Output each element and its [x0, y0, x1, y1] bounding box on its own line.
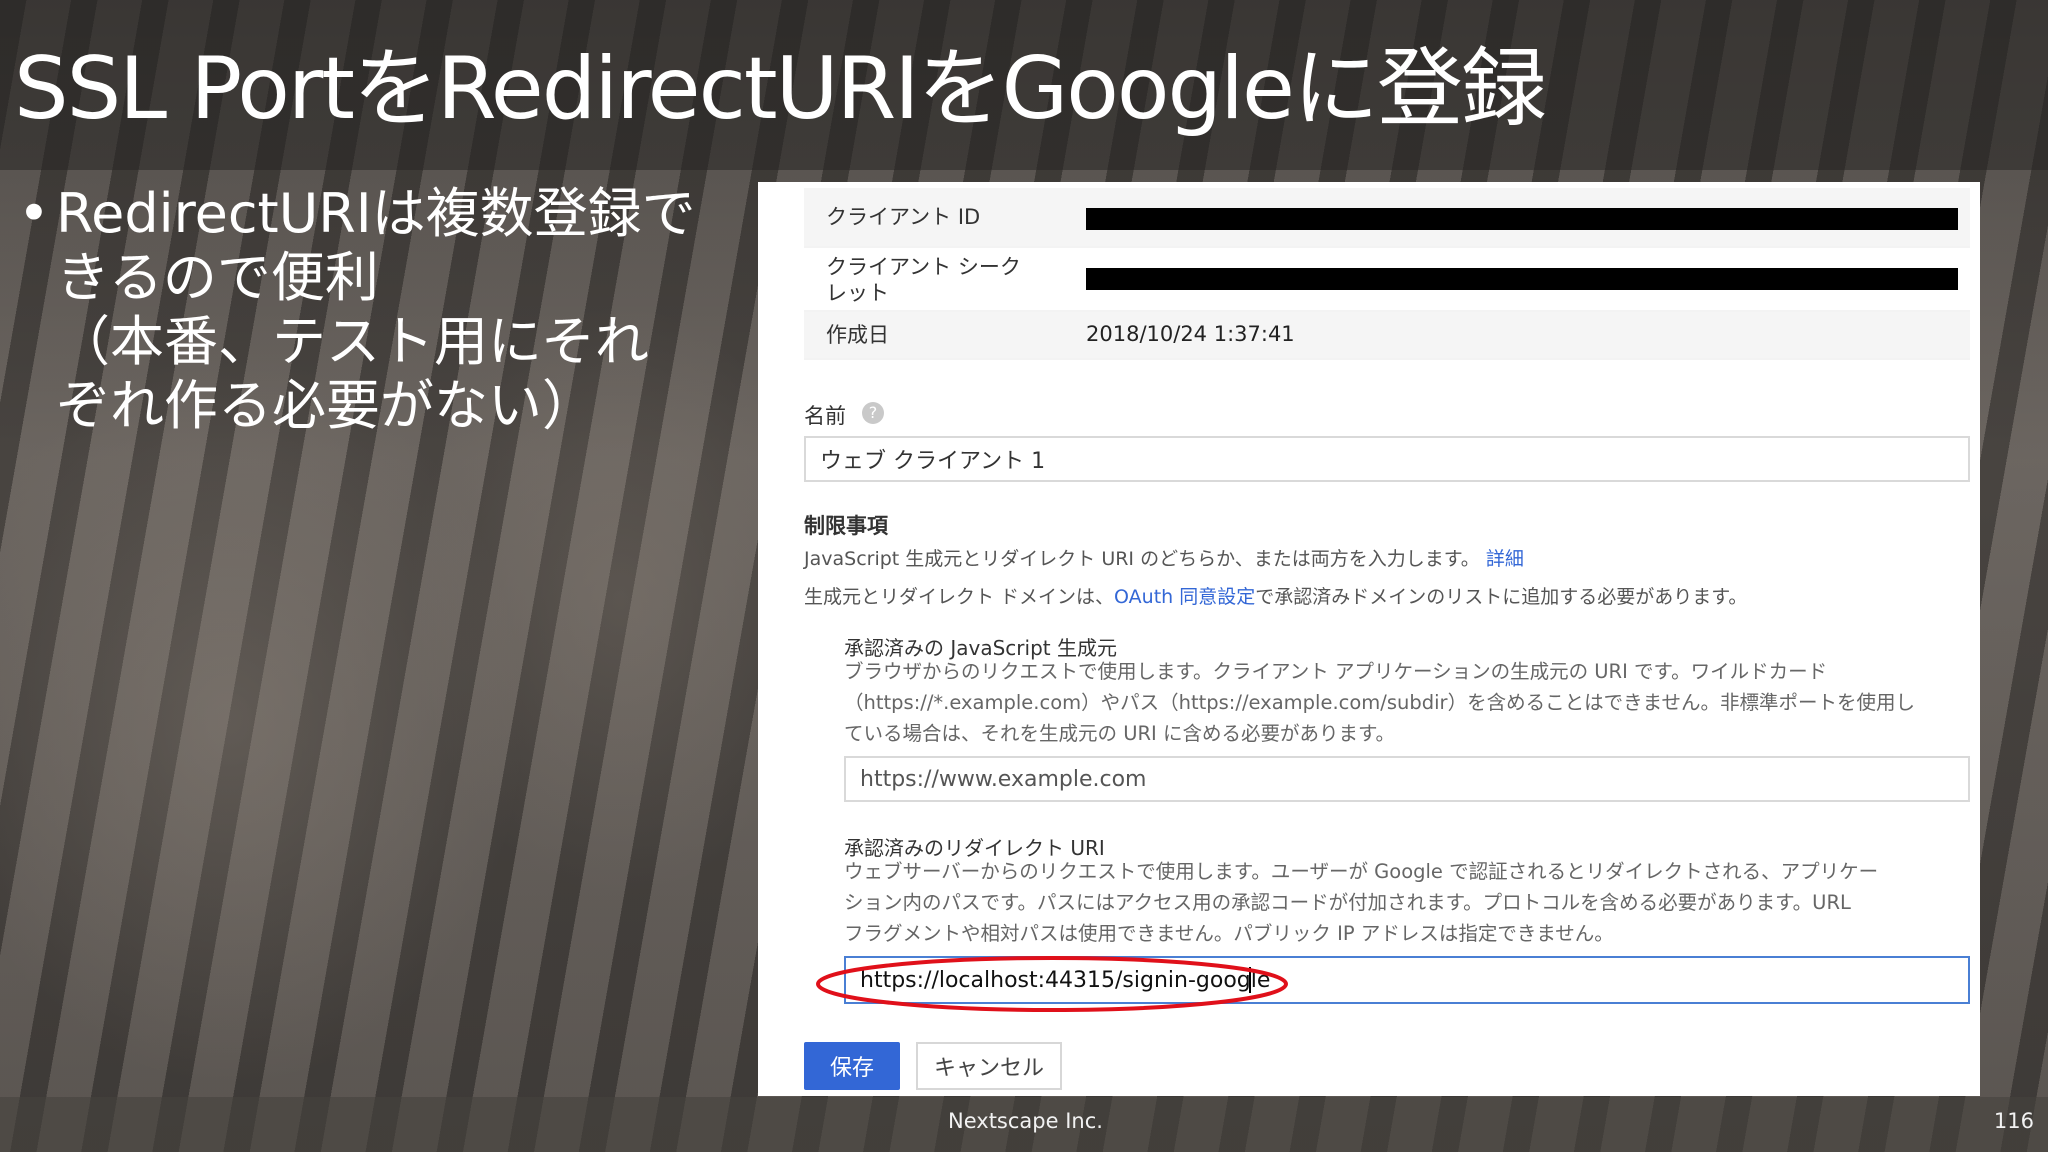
bullet-line: ぞれ作る必要がない） — [56, 374, 596, 437]
details-link[interactable]: 詳細 — [1486, 548, 1524, 570]
restrictions-desc-1: JavaScript 生成元とリダイレクト URI のどちらか、または両方を入力… — [804, 548, 1524, 570]
client-id-label: クライアント ID — [826, 205, 981, 229]
name-label: 名前 — [804, 404, 846, 428]
restrictions-desc-2: 生成元とリダイレクト ドメインは、OAuth 同意設定で承認済みドメインのリスト… — [804, 586, 1748, 608]
bullet-text: RedirectURIは複数登録で きるので便利 （本番、テスト用にそれ ぞれ作… — [56, 182, 738, 438]
client-id-redacted — [1086, 208, 1958, 230]
name-input[interactable]: ウェブ クライアント 1 — [804, 436, 1970, 482]
bullet-line: （本番、テスト用にそれ — [56, 310, 649, 373]
created-label: 作成日 — [826, 323, 889, 347]
slide-footer: Nextscape Inc. 116 — [0, 1097, 2048, 1152]
created-row: 作成日 2018/10/24 1:37:41 — [804, 312, 1970, 360]
bullet-point: • RedirectURIは複数登録で きるので便利 （本番、テスト用にそれ ぞ… — [18, 182, 738, 438]
oauth-client-screenshot: クライアント ID クライアント シーク レット 作成日 2018/10/24 … — [758, 182, 1980, 1096]
redirect-uri-description: ウェブサーバーからのリクエストで使用します。ユーザーが Google で認証され… — [844, 860, 1879, 945]
red-highlight-ellipse — [816, 956, 1288, 1012]
cancel-button[interactable]: キャンセル — [916, 1042, 1062, 1090]
restrictions-title: 制限事項 — [804, 514, 888, 538]
js-origin-input[interactable]: https://www.example.com — [844, 756, 1970, 802]
bullet-line: RedirectURIは複数登録で — [56, 182, 696, 245]
oauth-consent-link[interactable]: OAuth 同意設定 — [1114, 586, 1255, 608]
footer-company: Nextscape Inc. — [948, 1109, 1103, 1133]
js-origins-description: ブラウザからのリクエストで使用します。クライアント アプリケーションの生成元の … — [844, 660, 1915, 745]
bullet-marker: • — [18, 182, 50, 245]
client-secret-row: クライアント シーク レット — [804, 248, 1970, 312]
client-secret-redacted — [1086, 268, 1958, 290]
client-secret-label: クライアント シーク レット — [826, 255, 1021, 305]
page-number: 116 — [1993, 1109, 2034, 1133]
save-button[interactable]: 保存 — [804, 1042, 900, 1090]
slide-title: SSL PortをRedirectURIをGoogleに登録 — [14, 39, 1547, 139]
client-info-table: クライアント ID クライアント シーク レット 作成日 2018/10/24 … — [804, 188, 1970, 360]
client-id-row: クライアント ID — [804, 188, 1970, 248]
bullet-line: きるので便利 — [56, 246, 379, 309]
created-value: 2018/10/24 1:37:41 — [1086, 322, 1295, 346]
help-icon[interactable]: ? — [862, 402, 884, 424]
